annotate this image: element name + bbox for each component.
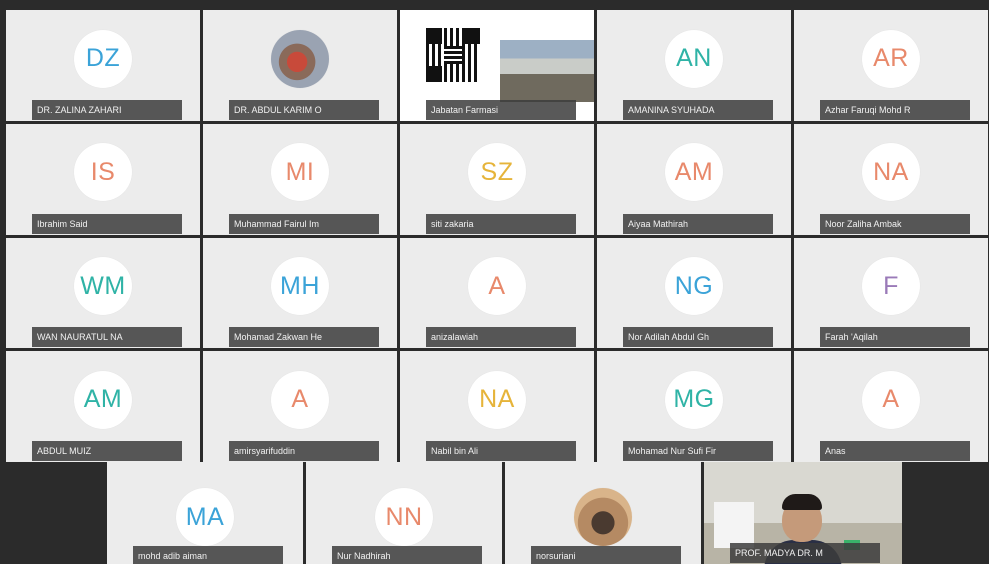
participant-tile[interactable]: MI Muhammad Fairul Im <box>203 123 397 235</box>
participant-tile[interactable]: NG Nor Adilah Abdul Gh <box>597 237 791 349</box>
participant-name: Farah 'Aqilah <box>820 327 970 348</box>
participant-tile[interactable]: MG Mohamad Nur Sufi Fir <box>597 351 791 462</box>
participant-name: Aiyaa Mathirah <box>623 213 773 234</box>
avatar: WM <box>74 257 132 316</box>
participant-tile[interactable]: A anizalawiah <box>400 237 594 349</box>
participant-tile[interactable]: NA Noor Zaliha Ambak <box>794 123 988 235</box>
avatar: AN <box>665 29 723 88</box>
qr-code-image <box>424 26 482 84</box>
participant-name: amirsyarifuddin <box>229 441 379 461</box>
participant-grid: DZ DR. ZALINA ZAHARI DR. ABDUL KARIM O J… <box>6 10 988 462</box>
avatar-photo <box>271 29 329 88</box>
participant-name: Nor Adilah Abdul Gh <box>623 327 773 348</box>
participant-tile[interactable]: MH Mohamad Zakwan He <box>203 237 397 349</box>
avatar: MG <box>665 370 723 429</box>
participant-tile[interactable]: WM WAN NAURATUL NA <box>6 237 200 349</box>
avatar: A <box>862 370 920 429</box>
avatar: F <box>862 257 920 316</box>
avatar: MI <box>271 143 329 202</box>
avatar: NN <box>375 488 433 547</box>
participant-name: ABDUL MUIZ <box>32 441 182 461</box>
avatar-photo <box>574 488 632 547</box>
participant-name: Nur Nadhirah <box>332 546 482 564</box>
avatar: AR <box>862 29 920 88</box>
participant-name: Nabil bin Ali <box>426 441 576 461</box>
avatar: MA <box>176 488 234 547</box>
participant-name: AMANINA SYUHADA <box>623 99 773 120</box>
participant-tile[interactable]: A Anas <box>794 351 988 462</box>
avatar: AM <box>74 370 132 429</box>
participant-name: Noor Zaliha Ambak <box>820 213 970 234</box>
participant-name: Jabatan Farmasi <box>426 99 576 120</box>
participant-name: Mohamad Nur Sufi Fir <box>623 441 773 461</box>
participant-name: norsuriani <box>531 546 681 564</box>
participant-name: Muhammad Fairul Im <box>229 213 379 234</box>
avatar: NA <box>468 370 526 429</box>
participant-tile[interactable]: IS Ibrahim Said <box>6 123 200 235</box>
participant-tile[interactable]: Jabatan Farmasi <box>400 10 594 121</box>
avatar: MH <box>271 257 329 316</box>
participant-name: Ibrahim Said <box>32 213 182 234</box>
participant-tile[interactable]: DR. ABDUL KARIM O <box>203 10 397 121</box>
participant-tile[interactable]: NA Nabil bin Ali <box>400 351 594 462</box>
participant-name: Mohamad Zakwan He <box>229 327 379 348</box>
avatar: SZ <box>468 143 526 202</box>
participant-tile[interactable]: norsuriani <box>505 462 701 564</box>
avatar: DZ <box>74 29 132 88</box>
participant-video-tile[interactable]: PROF. MADYA DR. M <box>704 462 902 564</box>
avatar: NA <box>862 143 920 202</box>
participant-tile[interactable]: SZ siti zakaria <box>400 123 594 235</box>
participant-tile[interactable]: AM Aiyaa Mathirah <box>597 123 791 235</box>
avatar: IS <box>74 143 132 202</box>
participant-tile[interactable]: F Farah 'Aqilah <box>794 237 988 349</box>
avatar: AM <box>665 143 723 202</box>
participant-name: Anas <box>820 441 970 461</box>
participant-name: Azhar Faruqi Mohd R <box>820 99 970 120</box>
building-photo <box>500 40 594 102</box>
participant-tile[interactable]: A amirsyarifuddin <box>203 351 397 462</box>
person-hair <box>782 494 822 510</box>
avatar: A <box>468 257 526 316</box>
participant-name: WAN NAURATUL NA <box>32 327 182 348</box>
avatar: A <box>271 370 329 429</box>
participant-name: DR. ABDUL KARIM O <box>229 99 379 120</box>
participant-tile[interactable]: AR Azhar Faruqi Mohd R <box>794 10 988 121</box>
participant-name: PROF. MADYA DR. M <box>730 543 880 563</box>
participant-tile[interactable]: AN AMANINA SYUHADA <box>597 10 791 121</box>
participant-tile[interactable]: MA mohd adib aiman <box>107 462 303 564</box>
avatar: NG <box>665 257 723 316</box>
participant-name: siti zakaria <box>426 213 576 234</box>
background-monitor <box>714 502 754 548</box>
participant-name: DR. ZALINA ZAHARI <box>32 99 182 120</box>
participant-tile[interactable]: DZ DR. ZALINA ZAHARI <box>6 10 200 121</box>
participant-name: anizalawiah <box>426 327 576 348</box>
participant-tile[interactable]: AM ABDUL MUIZ <box>6 351 200 462</box>
bottom-participant-row: MA mohd adib aiman NN Nur Nadhirah norsu… <box>0 462 989 564</box>
participant-tile[interactable]: NN Nur Nadhirah <box>306 462 502 564</box>
participant-name: mohd adib aiman <box>133 546 283 564</box>
